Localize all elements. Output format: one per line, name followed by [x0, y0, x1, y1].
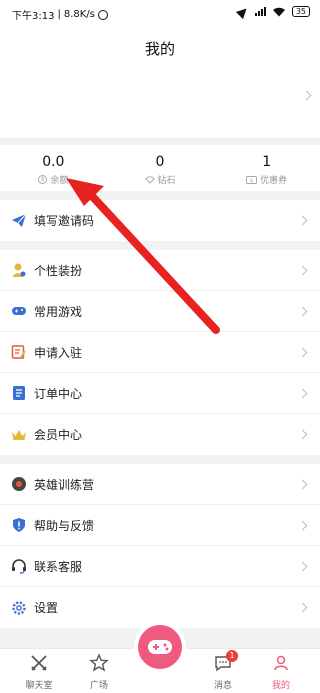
profile-header[interactable]: 我的 [0, 26, 320, 138]
headset-icon [12, 559, 26, 574]
chevron-right-icon [297, 602, 308, 613]
svg-text:¥: ¥ [250, 178, 253, 184]
order-list-icon [13, 386, 25, 400]
balance-value: 0.0 [42, 154, 65, 170]
support-section: 英雄训练营 帮助与反馈 联系客服 设置 [0, 464, 320, 628]
chevron-right-icon [297, 479, 308, 490]
menu-item-orders[interactable]: 订单中心 [0, 373, 320, 414]
menu-item-invite[interactable]: 填写邀请码 [0, 200, 320, 241]
coin-icon: $ [38, 175, 48, 184]
coupon-icon: ¥ [246, 175, 258, 184]
gamepad-icon [148, 640, 172, 654]
paper-plane-icon [12, 213, 27, 227]
game-center-button[interactable] [138, 625, 182, 669]
chevron-right-icon [301, 90, 312, 101]
chevron-right-icon [297, 429, 308, 440]
unread-badge: 1 [226, 650, 238, 662]
chevron-right-icon [297, 347, 308, 358]
hero-badge-icon [12, 477, 26, 491]
chevron-right-icon [297, 520, 308, 531]
edit-document-icon [11, 345, 26, 359]
diamond-label: 钻石 [157, 176, 176, 186]
alarm-icon [97, 9, 108, 20]
balance-label: 余额 [50, 176, 69, 186]
menu-item-service[interactable]: 联系客服 [0, 546, 320, 587]
tab-square[interactable]: 广场 [74, 653, 124, 691]
status-time: 下午3:13 [12, 11, 55, 22]
chevron-right-icon [297, 265, 308, 276]
battery-icon: 35 [291, 6, 310, 17]
status-bar: 下午3:13 | 8.8K/s 35 [0, 0, 320, 26]
dress-up-icon [13, 263, 26, 277]
coupon-value: 1 [262, 154, 272, 170]
menu-item-apply[interactable]: 申请入驻 [0, 332, 320, 373]
signal-icon [254, 6, 266, 16]
chevron-right-icon [297, 215, 308, 226]
gear-icon [12, 600, 26, 615]
wifi-icon [272, 7, 285, 16]
location-icon [235, 4, 250, 19]
wallet-stats: 0.0 $ 余额 0 钻石 1 ¥ 优惠券 [0, 145, 320, 191]
diamond-value: 0 [155, 154, 165, 170]
user-icon [274, 655, 288, 671]
menu-item-dress[interactable]: 个性装扮 [0, 250, 320, 291]
balance-stat[interactable]: 0.0 $ 余额 [0, 145, 107, 191]
coupon-stat[interactable]: 1 ¥ 优惠券 [213, 145, 320, 191]
tab-mine[interactable]: 我的 [256, 653, 306, 691]
menu-item-vip[interactable]: 会员中心 [0, 414, 320, 455]
crossed-swords-icon [31, 655, 47, 671]
coupon-label: 优惠券 [260, 176, 288, 186]
star-icon [89, 653, 109, 672]
menu-item-games[interactable]: 常用游戏 [0, 291, 320, 332]
tab-messages[interactable]: 消息 1 [198, 650, 248, 691]
crown-icon [12, 429, 26, 440]
status-network-speed: 8.8K/s [63, 9, 95, 20]
diamond-stat[interactable]: 0 钻石 [107, 145, 214, 191]
main-menu-section: 个性装扮 常用游戏 申请入驻 订单中心 会员中心 [0, 250, 320, 455]
diamond-icon [144, 176, 155, 184]
tab-chat-room[interactable]: 聊天室 [14, 653, 64, 691]
chevron-right-icon [297, 388, 308, 399]
menu-item-settings[interactable]: 设置 [0, 587, 320, 628]
menu-item-training[interactable]: 英雄训练营 [0, 464, 320, 505]
bottom-tab-bar: 聊天室 广场 消息 1 我的 [0, 625, 320, 693]
invite-section: 填写邀请码 [0, 200, 320, 241]
chevron-right-icon [297, 561, 308, 572]
gamepad-icon [12, 307, 26, 315]
chevron-right-icon [297, 306, 308, 317]
page-title: 我的 [144, 40, 175, 58]
menu-item-help[interactable]: 帮助与反馈 [0, 505, 320, 546]
shield-alert-icon [13, 518, 25, 532]
